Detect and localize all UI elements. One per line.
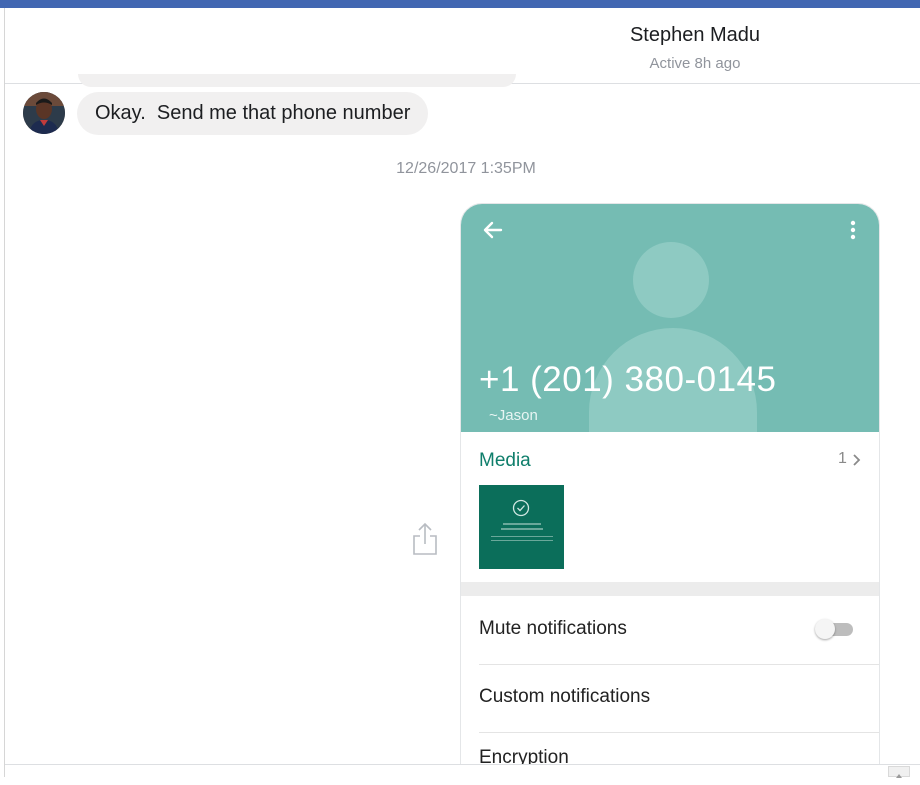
custom-notifications-row[interactable]: Custom notifications (479, 664, 879, 733)
placeholder-avatar-head (633, 242, 709, 318)
back-arrow-icon[interactable] (481, 218, 505, 242)
more-vert-icon[interactable] (847, 218, 859, 242)
contact-name[interactable]: Stephen Madu (605, 24, 785, 47)
media-thumbnail[interactable] (479, 485, 564, 569)
contact-phone-number: +1 (201) 380-0145 (479, 360, 777, 399)
app-top-bar (0, 0, 920, 8)
contact-push-name: ~Jason (489, 407, 538, 424)
incoming-message[interactable]: Okay. Send me that phone number (77, 92, 429, 135)
thumb-text-line (503, 523, 541, 525)
thumb-text-line (491, 536, 553, 537)
media-count[interactable]: 1 (838, 450, 847, 468)
active-status: Active 8h ago (649, 55, 741, 72)
conversation-header: Stephen Madu Active 8h ago (5, 8, 920, 84)
check-circle-icon (512, 499, 530, 517)
chevron-right-icon[interactable] (851, 453, 863, 467)
media-label[interactable]: Media (479, 450, 531, 472)
thumb-text-line (491, 540, 553, 541)
contact-header: +1 (201) 380-0145 ~Jason (461, 204, 879, 432)
avatar-photo (23, 92, 65, 134)
mute-notifications-row[interactable]: Mute notifications (479, 596, 879, 665)
toggle-knob (815, 619, 835, 639)
section-divider (461, 582, 879, 596)
share-icon[interactable] (409, 520, 441, 558)
composer-bar[interactable] (5, 764, 920, 778)
left-divider (4, 8, 5, 777)
contact-screenshot-card[interactable]: +1 (201) 380-0145 ~Jason Media 1 Mute no… (460, 203, 880, 777)
mute-toggle[interactable] (815, 619, 855, 639)
scroll-up-button[interactable] (888, 766, 910, 778)
message-timestamp: 12/26/2017 1:35PM (396, 160, 536, 177)
previous-message-bubble (78, 74, 516, 87)
thumb-text-line (501, 528, 543, 530)
avatar[interactable] (23, 92, 65, 134)
custom-notifications-label: Custom notifications (479, 686, 651, 707)
mute-notifications-label: Mute notifications (479, 618, 627, 639)
